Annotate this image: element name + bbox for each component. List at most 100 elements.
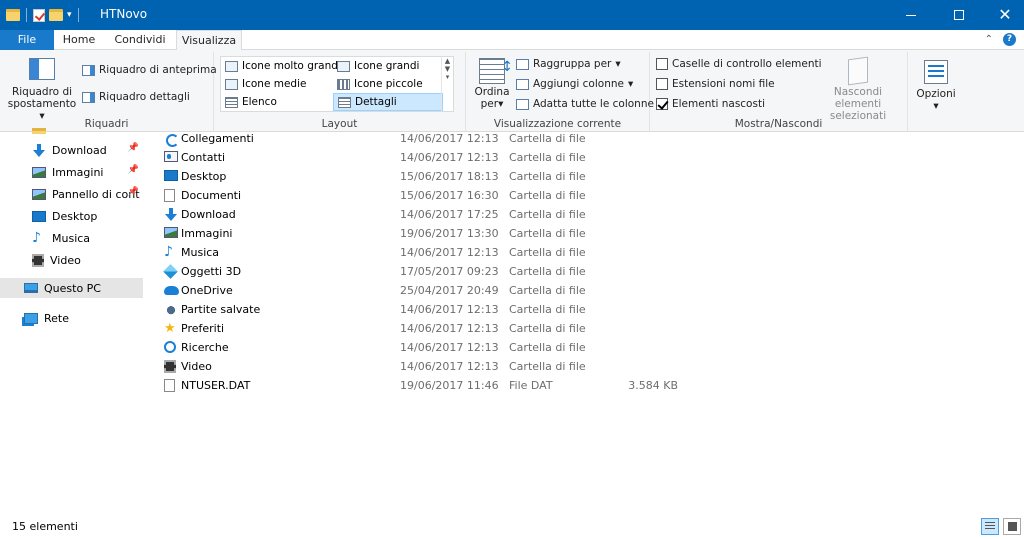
status-bar: 15 elementi — [0, 512, 1024, 539]
table-row[interactable]: Video 14/06/2017 12:13 Cartella di file — [160, 357, 700, 376]
table-row[interactable]: Ricerche 14/06/2017 12:13 Cartella di fi… — [160, 338, 700, 357]
pictures-icon — [32, 166, 46, 178]
contacts-icon — [164, 151, 178, 162]
minimize-button[interactable] — [888, 0, 934, 30]
add-columns-icon — [516, 78, 529, 90]
music-icon: ♪ — [32, 229, 41, 246]
music-icon: ♪ — [164, 244, 173, 260]
layout-medium-icons[interactable]: Icone medie — [221, 75, 333, 93]
table-row[interactable]: Immagini 19/06/2017 13:30 Cartella di fi… — [160, 224, 700, 243]
navigation-pane-button[interactable]: Riquadro di spostamento ▾ — [6, 58, 78, 122]
medium-icons-icon — [225, 78, 238, 90]
table-row[interactable]: NTUSER.DAT 19/06/2017 11:46 File DAT 3.5… — [160, 376, 700, 395]
sidebar-item-control-panel[interactable]: Pannello di cont 📌 — [0, 184, 143, 204]
table-row[interactable]: Oggetti 3D 17/05/2017 09:23 Cartella di … — [160, 262, 700, 281]
table-row[interactable]: Desktop 15/06/2017 18:13 Cartella di fil… — [160, 167, 700, 186]
layout-gallery-scroll[interactable]: ▲ ▼ ▾ — [441, 57, 453, 111]
table-row[interactable]: OneDrive 25/04/2017 20:49 Cartella di fi… — [160, 281, 700, 300]
sidebar-item-music[interactable]: ♪ Musica — [0, 228, 143, 248]
table-row[interactable]: Documenti 15/06/2017 16:30 Cartella di f… — [160, 186, 700, 205]
sidebar-item-desktop[interactable]: Desktop — [0, 206, 143, 226]
details-view-button[interactable] — [981, 518, 999, 535]
layout-small-icons[interactable]: Icone piccole — [333, 75, 443, 93]
layout-details[interactable]: Dettagli — [333, 93, 443, 111]
collapse-ribbon-chevron-up-icon[interactable]: ⌃ — [985, 34, 993, 45]
maximize-button[interactable] — [936, 0, 982, 30]
tab-share[interactable]: Condividi — [104, 30, 176, 50]
checkbox-checked[interactable] — [656, 98, 668, 110]
3d-objects-icon — [163, 264, 178, 279]
folder-icon — [32, 128, 46, 134]
sidebar-item-network[interactable]: Rete — [0, 308, 143, 328]
new-folder-icon[interactable] — [49, 9, 63, 21]
tab-file[interactable]: File — [0, 30, 54, 50]
layout-list[interactable]: Elenco — [221, 93, 333, 111]
table-row[interactable]: Collegamenti 14/06/2017 12:13 Cartella d… — [160, 129, 700, 148]
details-pane-button[interactable]: Riquadro dettagli — [82, 91, 190, 103]
download-icon — [164, 208, 178, 221]
customize-toolbar-chevron-down-icon[interactable]: ▾ — [67, 10, 72, 20]
pin-icon[interactable]: 📌 — [128, 165, 139, 175]
details-pane-label: Riquadro dettagli — [99, 91, 190, 103]
properties-icon[interactable] — [33, 8, 45, 22]
sort-by-button[interactable]: Ordina per▾ — [472, 58, 513, 110]
sidebar-item-pictures[interactable]: Immagini 📌 — [0, 162, 143, 182]
sidebar-item-video[interactable]: Video — [0, 250, 143, 270]
sidebar-item-label: Immagini — [52, 165, 104, 179]
layout-large-icons[interactable]: Icone grandi — [333, 57, 443, 75]
sidebar-item-label: Rete — [44, 311, 69, 325]
links-icon — [164, 132, 179, 147]
sidebar-item-this-pc[interactable]: Questo PC — [0, 278, 143, 298]
large-icons-view-button[interactable] — [1003, 518, 1021, 535]
file-size: 3.584 KB — [628, 379, 678, 392]
file-date: 14/06/2017 12:13 — [400, 303, 499, 316]
group-by-button[interactable]: Raggruppa per ▾ — [516, 58, 621, 70]
file-type: Cartella di file — [509, 208, 586, 221]
help-icon[interactable]: ? — [1003, 33, 1016, 46]
pin-icon[interactable]: 📌 — [128, 187, 139, 197]
sidebar-item-label: Pannello di cont — [52, 187, 140, 201]
chevron-down-icon: ▾ — [615, 58, 621, 70]
close-icon: ✕ — [998, 5, 1012, 24]
small-icons-icon — [337, 78, 350, 90]
pin-icon[interactable]: 📌 — [128, 143, 139, 153]
preview-pane-icon — [82, 64, 95, 76]
options-button[interactable]: Opzioni ▾ — [912, 60, 960, 112]
table-row[interactable]: Download 14/06/2017 17:25 Cartella di fi… — [160, 205, 700, 224]
fit-columns-icon — [516, 98, 529, 110]
sidebar-item-label: Musica — [52, 231, 91, 245]
navigation-pane-label-2: spostamento — [7, 98, 77, 110]
file-date: 14/06/2017 12:13 — [400, 341, 499, 354]
table-row[interactable]: ♪ Musica 14/06/2017 12:13 Cartella di fi… — [160, 243, 700, 262]
hide-selected-items-button[interactable]: Nascondi elementi selezionati — [810, 56, 906, 122]
table-row[interactable]: Contatti 14/06/2017 12:13 Cartella di fi… — [160, 148, 700, 167]
file-name: Immagini — [181, 227, 233, 240]
tab-home[interactable]: Home — [54, 30, 104, 50]
fit-columns-button[interactable]: Adatta tutte le colonne — [516, 98, 654, 110]
checkbox[interactable] — [656, 78, 668, 90]
file-name: Collegamenti — [181, 132, 254, 145]
folder-icon[interactable] — [6, 9, 20, 21]
sidebar-item-download[interactable]: Download 📌 — [0, 140, 143, 160]
checkbox[interactable] — [656, 58, 668, 70]
file-extensions-label: Estensioni nomi file — [672, 78, 775, 90]
layout-extra-large-icons[interactable]: Icone molto grandi — [221, 57, 341, 75]
item-checkboxes-toggle[interactable]: Caselle di controllo elementi — [656, 58, 822, 70]
hidden-items-toggle[interactable]: Elementi nascosti — [656, 98, 765, 110]
nav-item-partial — [0, 126, 143, 136]
table-row[interactable]: Partite salvate 14/06/2017 12:13 Cartell… — [160, 300, 700, 319]
tab-view[interactable]: Visualizza — [176, 30, 242, 51]
file-date: 19/06/2017 11:46 — [400, 379, 499, 392]
add-columns-button[interactable]: Aggiungi colonne ▾ — [516, 78, 633, 90]
video-icon — [32, 253, 44, 267]
quick-access-toolbar: ▾ — [6, 7, 81, 23]
close-button[interactable]: ✕ — [982, 0, 1024, 30]
ribbon-controls: ⌃ ? — [985, 33, 1016, 46]
maximize-icon — [954, 10, 964, 20]
preview-pane-button[interactable]: Riquadro di anteprima — [82, 64, 217, 76]
file-name: Oggetti 3D — [181, 265, 242, 278]
options-label: Opzioni — [916, 88, 956, 100]
file-type: Cartella di file — [509, 227, 586, 240]
table-row[interactable]: ★ Preferiti 14/06/2017 12:13 Cartella di… — [160, 319, 700, 338]
file-extensions-toggle[interactable]: Estensioni nomi file — [656, 78, 775, 90]
